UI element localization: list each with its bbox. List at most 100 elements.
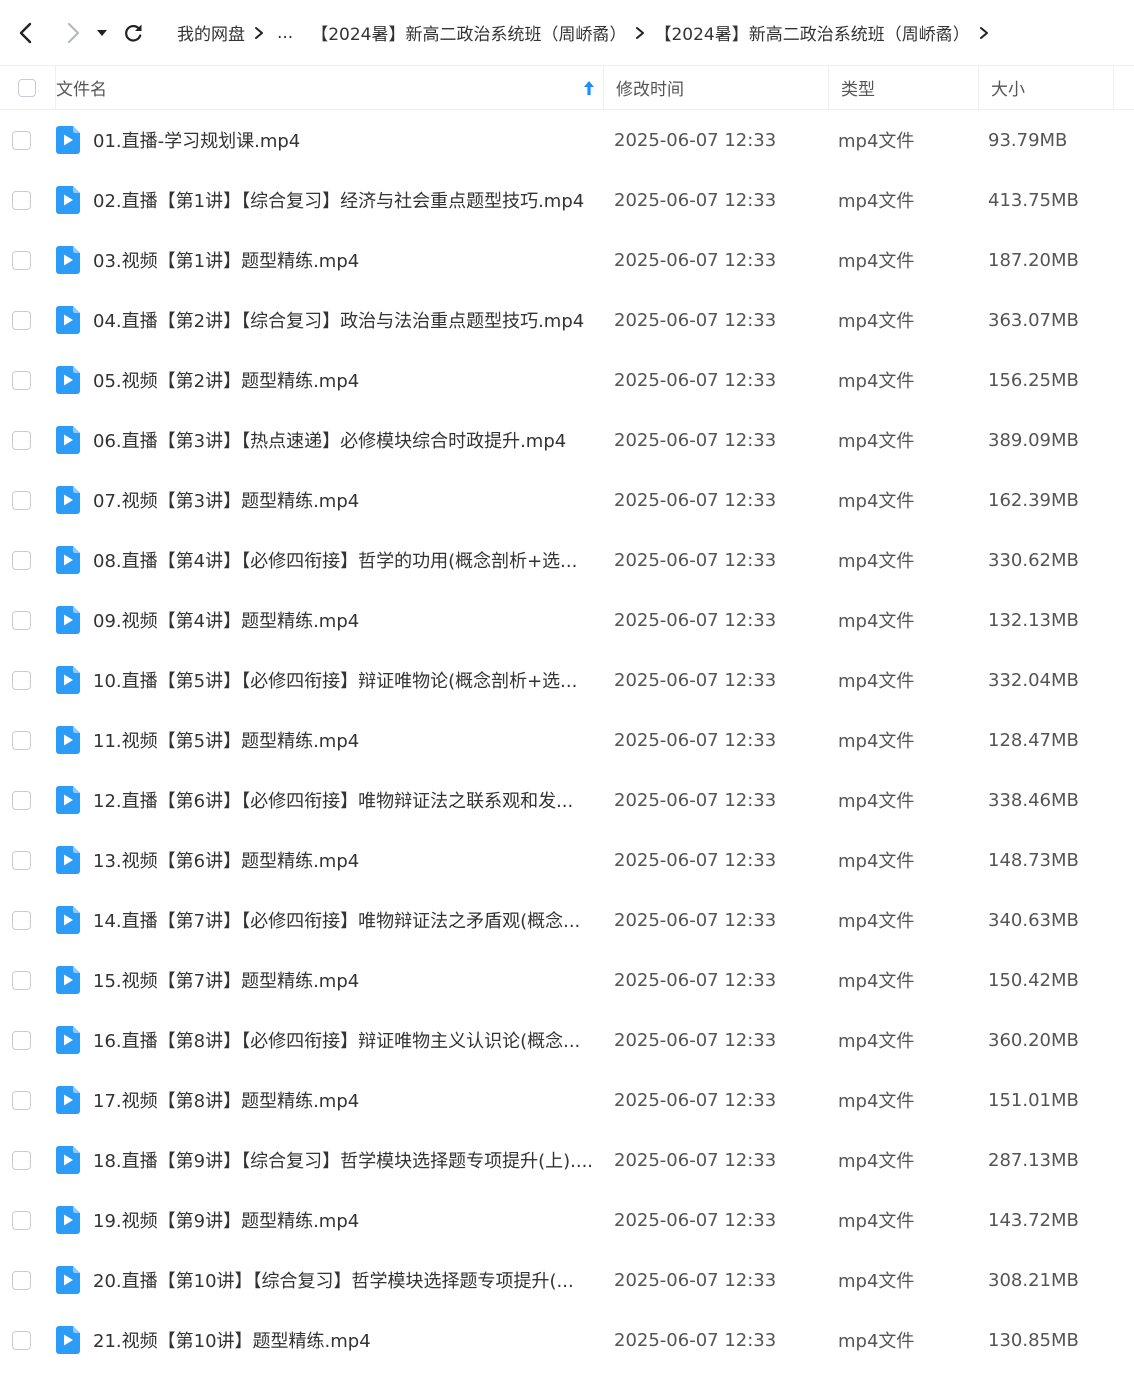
row-checkbox[interactable] <box>12 190 31 210</box>
file-name[interactable]: 18.直播【第9讲】【综合复习】哲学模块选择题专项提升(上).... <box>91 1147 601 1173</box>
file-modified-time: 2025-06-07 12:33 <box>614 489 777 511</box>
row-checkbox[interactable] <box>12 1030 31 1050</box>
row-checkbox[interactable] <box>12 1330 31 1350</box>
file-name[interactable]: 13.视频【第6讲】题型精练.mp4 <box>91 847 601 873</box>
row-checkbox-cell <box>0 1090 55 1110</box>
row-checkbox[interactable] <box>12 790 31 810</box>
file-row[interactable]: 20.直播【第10讲】【综合复习】哲学模块选择题专项提升(... 2025-06… <box>0 1250 1134 1310</box>
file-name[interactable]: 17.视频【第8讲】题型精练.mp4 <box>91 1087 601 1113</box>
row-checkbox[interactable] <box>12 1270 31 1290</box>
row-checkbox[interactable] <box>12 610 31 630</box>
video-file-icon <box>55 665 91 695</box>
file-name[interactable]: 05.视频【第2讲】题型精练.mp4 <box>91 367 601 393</box>
file-type: mp4文件 <box>838 1331 915 1352</box>
file-name[interactable]: 07.视频【第3讲】题型精练.mp4 <box>91 487 601 513</box>
file-row[interactable]: 07.视频【第3讲】题型精练.mp4 2025-06-07 12:33 mp4文… <box>0 470 1134 530</box>
file-type: mp4文件 <box>838 671 915 692</box>
row-checkbox[interactable] <box>12 550 31 570</box>
file-row[interactable]: 01.直播-学习规划课.mp4 2025-06-07 12:33 mp4文件 9… <box>0 110 1134 170</box>
file-name[interactable]: 19.视频【第9讲】题型精练.mp4 <box>91 1207 601 1233</box>
file-size: 308.21MB <box>988 1269 1079 1291</box>
file-size: 360.20MB <box>988 1029 1079 1051</box>
row-checkbox[interactable] <box>12 130 31 150</box>
column-header-name[interactable]: 文件名 <box>55 65 603 110</box>
row-checkbox-cell <box>0 310 55 330</box>
row-checkbox-cell <box>0 610 55 630</box>
file-row[interactable]: 06.直播【第3讲】【热点速递】必修模块综合时政提升.mp4 2025-06-0… <box>0 410 1134 470</box>
column-header-type[interactable]: 类型 <box>828 65 978 110</box>
row-checkbox[interactable] <box>12 310 31 330</box>
file-row[interactable]: 18.直播【第9讲】【综合复习】哲学模块选择题专项提升(上).... 2025-… <box>0 1130 1134 1190</box>
row-checkbox-cell <box>0 370 55 390</box>
file-row[interactable]: 15.视频【第7讲】题型精练.mp4 2025-06-07 12:33 mp4文… <box>0 950 1134 1010</box>
file-row[interactable]: 12.直播【第6讲】【必修四衔接】唯物辩证法之联系观和发... 2025-06-… <box>0 770 1134 830</box>
file-name[interactable]: 04.直播【第2讲】【综合复习】政治与法治重点题型技巧.mp4 <box>91 307 601 333</box>
file-size: 130.85MB <box>988 1329 1079 1351</box>
file-name[interactable]: 03.视频【第1讲】题型精练.mp4 <box>91 247 601 273</box>
file-row[interactable]: 17.视频【第8讲】题型精练.mp4 2025-06-07 12:33 mp4文… <box>0 1070 1134 1130</box>
select-all-checkbox[interactable] <box>18 78 36 97</box>
file-name[interactable]: 10.直播【第5讲】【必修四衔接】辩证唯物论(概念剖析+选... <box>91 667 601 693</box>
row-checkbox[interactable] <box>12 970 31 990</box>
file-row[interactable]: 05.视频【第2讲】题型精练.mp4 2025-06-07 12:33 mp4文… <box>0 350 1134 410</box>
file-row[interactable]: 03.视频【第1讲】题型精练.mp4 2025-06-07 12:33 mp4文… <box>0 230 1134 290</box>
file-row[interactable]: 02.直播【第1讲】【综合复习】经济与社会重点题型技巧.mp4 2025-06-… <box>0 170 1134 230</box>
file-name[interactable]: 09.视频【第4讲】题型精练.mp4 <box>91 607 601 633</box>
file-name[interactable]: 02.直播【第1讲】【综合复习】经济与社会重点题型技巧.mp4 <box>91 187 601 213</box>
file-row[interactable]: 14.直播【第7讲】【必修四衔接】唯物辩证法之矛盾观(概念... 2025-06… <box>0 890 1134 950</box>
file-row[interactable]: 08.直播【第4讲】【必修四衔接】哲学的功用(概念剖析+选... 2025-06… <box>0 530 1134 590</box>
row-checkbox-cell <box>0 1330 55 1350</box>
file-row[interactable]: 10.直播【第5讲】【必修四衔接】辩证唯物论(概念剖析+选... 2025-06… <box>0 650 1134 710</box>
column-header-time[interactable]: 修改时间 <box>603 65 828 110</box>
file-size: 363.07MB <box>988 309 1079 331</box>
row-checkbox[interactable] <box>12 1210 31 1230</box>
file-name[interactable]: 20.直播【第10讲】【综合复习】哲学模块选择题专项提升(... <box>91 1267 601 1293</box>
file-row[interactable]: 13.视频【第6讲】题型精练.mp4 2025-06-07 12:33 mp4文… <box>0 830 1134 890</box>
file-name[interactable]: 21.视频【第10讲】题型精练.mp4 <box>91 1327 601 1353</box>
breadcrumb-separator-icon <box>970 26 998 40</box>
file-row[interactable]: 21.视频【第10讲】题型精练.mp4 2025-06-07 12:33 mp4… <box>0 1310 1134 1370</box>
file-size: 287.13MB <box>988 1149 1079 1171</box>
file-size: 93.79MB <box>988 129 1068 151</box>
refresh-button[interactable] <box>113 13 153 53</box>
file-row[interactable]: 09.视频【第4讲】题型精练.mp4 2025-06-07 12:33 mp4文… <box>0 590 1134 650</box>
file-modified-time: 2025-06-07 12:33 <box>614 849 777 871</box>
file-name[interactable]: 11.视频【第5讲】题型精练.mp4 <box>91 727 601 753</box>
file-size: 148.73MB <box>988 849 1079 871</box>
file-name[interactable]: 16.直播【第8讲】【必修四衔接】辩证唯物主义认识论(概念... <box>91 1027 601 1053</box>
row-checkbox[interactable] <box>12 490 31 510</box>
row-checkbox[interactable] <box>12 1090 31 1110</box>
file-name[interactable]: 01.直播-学习规划课.mp4 <box>91 127 601 153</box>
file-name[interactable]: 08.直播【第4讲】【必修四衔接】哲学的功用(概念剖析+选... <box>91 547 601 573</box>
video-file-icon <box>55 1265 91 1295</box>
row-checkbox[interactable] <box>12 910 31 930</box>
file-row[interactable]: 19.视频【第9讲】题型精练.mp4 2025-06-07 12:33 mp4文… <box>0 1190 1134 1250</box>
file-type: mp4文件 <box>838 611 915 632</box>
row-checkbox-cell <box>0 1210 55 1230</box>
navigation-bar: 我的网盘 ... 【2024暑】新高二政治系统班（周峤矞） 【2024暑】新高二… <box>0 0 1134 66</box>
video-file-icon <box>55 545 91 575</box>
row-checkbox[interactable] <box>12 430 31 450</box>
row-checkbox[interactable] <box>12 730 31 750</box>
file-name[interactable]: 15.视频【第7讲】题型精练.mp4 <box>91 967 601 993</box>
breadcrumb-root[interactable]: 我的网盘 <box>177 20 245 45</box>
row-checkbox[interactable] <box>12 670 31 690</box>
file-row[interactable]: 04.直播【第2讲】【综合复习】政治与法治重点题型技巧.mp4 2025-06-… <box>0 290 1134 350</box>
row-checkbox[interactable] <box>12 850 31 870</box>
file-row[interactable]: 11.视频【第5讲】题型精练.mp4 2025-06-07 12:33 mp4文… <box>0 710 1134 770</box>
row-checkbox[interactable] <box>12 370 31 390</box>
file-name[interactable]: 06.直播【第3讲】【热点速递】必修模块综合时政提升.mp4 <box>91 427 601 453</box>
file-name[interactable]: 12.直播【第6讲】【必修四衔接】唯物辩证法之联系观和发... <box>91 787 601 813</box>
file-name[interactable]: 14.直播【第7讲】【必修四衔接】唯物辩证法之矛盾观(概念... <box>91 907 601 933</box>
column-header-size[interactable]: 大小 <box>978 65 1114 110</box>
breadcrumb-folder-2[interactable]: 【2024暑】新高二政治系统班（周峤矞） <box>654 20 969 45</box>
breadcrumb-ellipsis[interactable]: ... <box>277 23 293 43</box>
back-button[interactable] <box>6 13 46 53</box>
file-row[interactable]: 16.直播【第8讲】【必修四衔接】辩证唯物主义认识论(概念... 2025-06… <box>0 1010 1134 1070</box>
row-checkbox[interactable] <box>12 250 31 270</box>
breadcrumb-folder-1[interactable]: 【2024暑】新高二政治系统班（周峤矞） <box>311 20 626 45</box>
row-checkbox[interactable] <box>12 1150 31 1170</box>
sort-ascending-icon[interactable] <box>583 80 595 96</box>
file-size: 413.75MB <box>988 189 1079 211</box>
row-checkbox-cell <box>0 730 55 750</box>
